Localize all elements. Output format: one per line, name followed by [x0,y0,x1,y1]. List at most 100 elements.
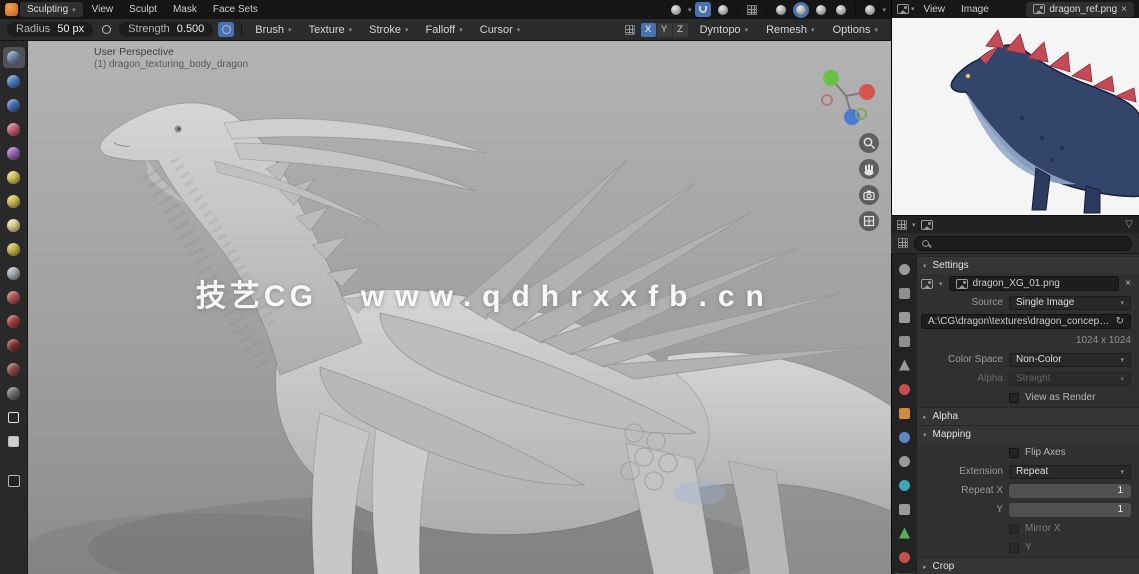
tab-physics[interactable] [894,477,916,493]
source-dropdown[interactable]: Single Image [1009,295,1131,310]
tab-material[interactable] [894,549,916,565]
display-mode-icon[interactable] [897,219,907,230]
shading-solid-icon[interactable] [793,2,809,17]
brush-crease-button[interactable] [3,191,25,212]
image-editor-type-icon[interactable] [897,4,909,14]
image-datablock-selector[interactable]: dragon_ref.png × [1026,1,1134,17]
tab-view-layer[interactable] [894,333,916,349]
tab-particles[interactable] [894,453,916,469]
brush-flatten-button[interactable] [3,239,25,260]
shading-rendered-icon[interactable] [833,2,849,17]
brush-smooth-button[interactable] [3,215,25,236]
mirror-x-checkbox[interactable] [1009,523,1019,534]
section-settings[interactable]: Settings [917,256,1139,274]
menu-view[interactable]: View [85,2,121,17]
stroke-popover[interactable]: Stroke [363,22,414,38]
section-mapping[interactable]: Mapping [917,425,1139,443]
texture-popover[interactable]: Texture [303,22,359,38]
section-alpha[interactable]: Alpha [917,407,1139,425]
brush-popover[interactable]: Brush [249,22,297,38]
radius-pressure-toggle[interactable] [98,22,114,37]
texture-name-field[interactable]: dragon_XG_01.png [948,276,1120,291]
image-icon[interactable] [921,278,933,289]
brush-thumb-button[interactable] [3,359,25,380]
box-trim-tool-button[interactable] [3,470,25,491]
mirror-y-checkbox[interactable] [1009,542,1019,553]
brush-grab-button[interactable] [3,311,25,332]
cursor-popover[interactable]: Cursor [474,22,527,38]
brush-draw-button[interactable] [2,47,25,68]
properties-search[interactable] [914,235,1132,251]
snapping-toggle[interactable] [695,2,712,17]
alpha-dropdown[interactable]: Straight [1009,371,1131,386]
symmetry-z-toggle[interactable]: Z [672,22,688,37]
proportional-edit-icon[interactable] [715,2,731,17]
filter-funnel-icon[interactable]: ▽ [1125,219,1133,230]
reference-image-area[interactable] [891,18,1139,215]
perspective-toggle-button[interactable] [859,211,879,231]
dyntopo-popover[interactable]: Dyntopo [694,22,755,38]
symmetry-x-toggle[interactable]: X [640,22,656,37]
transform-orientation-icon[interactable] [668,2,684,17]
options-popover[interactable]: Options [827,22,884,38]
move-view-button[interactable] [859,159,879,179]
brush-clay-button[interactable] [3,95,25,116]
view-as-render-checkbox[interactable] [1009,392,1019,403]
overlays-icon[interactable] [862,2,878,17]
flip-axes-checkbox[interactable] [1009,447,1019,458]
brush-clay-strips-button[interactable] [3,119,25,140]
face-sets-tool-button[interactable] [3,431,25,452]
radius-slider[interactable]: Radius 50 px [7,22,94,37]
navigation-gizmo[interactable] [815,65,877,127]
tab-world[interactable] [894,381,916,397]
tab-render[interactable] [894,285,916,301]
shading-material-icon[interactable] [813,2,829,17]
colorspace-dropdown[interactable]: Non-Color [1009,352,1131,367]
repeat-x-field[interactable]: 1 [1009,483,1131,498]
tab-output[interactable] [894,309,916,325]
properties-editor-icon[interactable] [898,238,908,248]
falloff-popover[interactable]: Falloff [419,22,468,38]
workspace-selector[interactable]: Sculpting ▾ [20,2,83,17]
menu-sculpt[interactable]: Sculpt [122,2,164,17]
unlink-icon[interactable]: × [1125,278,1131,289]
tab-tool[interactable] [894,261,916,277]
brush-scrape-button[interactable] [3,263,25,284]
brush-snake-hook-button[interactable] [3,335,25,356]
shading-wireframe-icon[interactable] [773,2,789,17]
repeat-y-field[interactable]: 1 [1009,502,1131,517]
strength-pressure-toggle[interactable] [218,22,235,37]
filepath-field[interactable]: A:\CG\dragon\textures\dragon_concept_01.… [921,314,1131,329]
tab-object[interactable] [894,405,916,421]
filter-image-icon[interactable] [920,219,933,230]
zoom-button[interactable] [859,133,879,153]
image-menu-view[interactable]: View [917,2,953,17]
remesh-popover[interactable]: Remesh [760,22,820,38]
tab-scene[interactable] [894,357,916,373]
blender-logo-icon[interactable] [5,3,18,16]
section-crop[interactable]: Crop [917,557,1139,574]
texture-properties-panel: Settings ▾ dragon_XG_01.png × Source Sin… [917,254,1139,574]
menu-mask[interactable]: Mask [166,2,204,17]
grid-overlay-icon[interactable] [744,2,760,17]
symmetry-y-toggle[interactable]: Y [656,22,672,37]
brush-rotate-button[interactable] [3,383,25,404]
extension-dropdown[interactable]: Repeat [1009,464,1131,479]
brush-draw-sharp-button[interactable] [3,71,25,92]
mask-tool-button[interactable] [3,407,25,428]
menu-face-sets[interactable]: Face Sets [206,2,265,17]
image-menu-image[interactable]: Image [954,2,996,17]
brush-blob-button[interactable] [3,167,25,188]
brush-inflate-button[interactable] [3,143,25,164]
search-input[interactable] [935,236,1124,250]
mask-tool-icon [8,412,19,423]
viewport-3d[interactable]: User Perspective (1) dragon_texturing_bo… [28,41,891,574]
reload-icon[interactable]: ↻ [1116,316,1124,327]
tab-object-data[interactable] [894,525,916,541]
unlink-icon[interactable]: × [1121,4,1127,15]
brush-pinch-button[interactable] [3,287,25,308]
camera-view-button[interactable] [859,185,879,205]
strength-slider[interactable]: Strength 0.500 [119,22,214,37]
tab-constraints[interactable] [894,501,916,517]
tab-modifiers[interactable] [894,429,916,445]
